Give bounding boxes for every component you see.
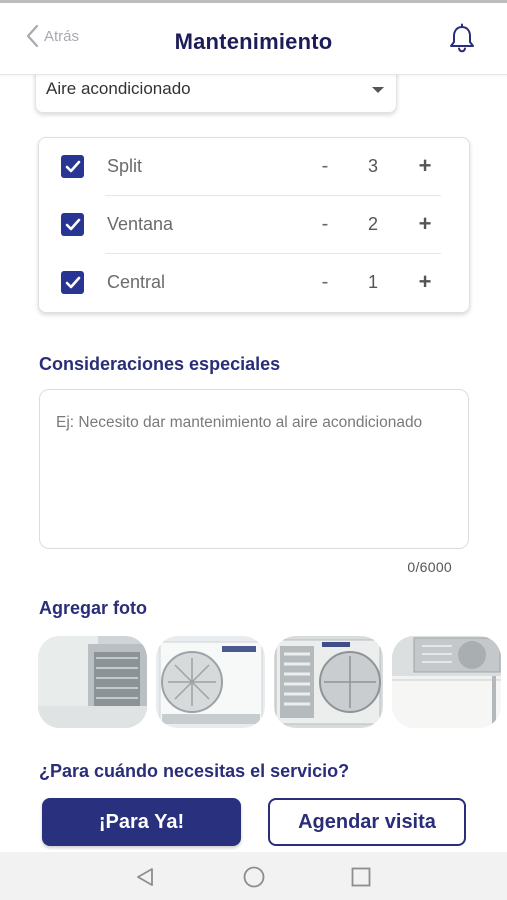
decrease-split-button[interactable]: - bbox=[315, 152, 335, 180]
checkmark-icon bbox=[65, 276, 80, 288]
photo-thumbnail[interactable] bbox=[156, 636, 265, 728]
unit-label: Central bbox=[107, 272, 166, 292]
photo-gallery bbox=[38, 636, 507, 728]
notifications-button[interactable] bbox=[446, 23, 478, 60]
ventana-checkbox[interactable] bbox=[61, 213, 84, 236]
request-now-button[interactable]: ¡Para Ya! bbox=[42, 798, 241, 846]
ac-unit-photo bbox=[38, 636, 147, 728]
considerations-title: Consideraciones especiales bbox=[39, 354, 281, 374]
caret-down-icon bbox=[372, 87, 384, 93]
unit-row-central: Central - 1 + bbox=[39, 254, 469, 312]
home-nav-icon bbox=[243, 866, 265, 888]
ac-unit-photo bbox=[156, 636, 265, 728]
considerations-placeholder: Ej: Necesito dar mantenimiento al aire a… bbox=[56, 414, 423, 431]
character-counter: 0/6000 bbox=[407, 559, 452, 575]
unit-label: Ventana bbox=[107, 214, 174, 234]
central-checkbox[interactable] bbox=[61, 271, 84, 294]
system-back-button[interactable] bbox=[134, 866, 156, 893]
increase-split-button[interactable]: + bbox=[413, 152, 437, 180]
unit-type-list: Split - 3 + Ventana - 2 + Central - 1 + bbox=[38, 137, 470, 313]
back-nav-icon bbox=[137, 868, 153, 886]
add-photo-title: Agregar foto bbox=[39, 598, 147, 618]
decrease-ventana-button[interactable]: - bbox=[315, 210, 335, 238]
system-home-button[interactable] bbox=[242, 866, 266, 893]
split-quantity: 3 bbox=[367, 156, 378, 176]
ac-unit-photo bbox=[392, 636, 501, 728]
unit-row-split: Split - 3 + bbox=[39, 138, 469, 196]
photo-thumbnail[interactable] bbox=[392, 636, 501, 728]
unit-label: Split bbox=[107, 156, 143, 176]
app-header: Atrás Mantenimiento bbox=[0, 3, 507, 75]
increase-central-button[interactable]: + bbox=[413, 268, 437, 296]
schedule-question: ¿Para cuándo necesitas el servicio? bbox=[39, 761, 350, 781]
recents-nav-icon bbox=[351, 867, 371, 887]
ac-unit-photo bbox=[274, 636, 383, 728]
photo-thumbnail[interactable] bbox=[274, 636, 383, 728]
split-checkbox[interactable] bbox=[61, 155, 84, 178]
unit-row-ventana: Ventana - 2 + bbox=[39, 196, 469, 254]
system-recents-button[interactable] bbox=[350, 866, 372, 893]
page-title: Mantenimiento bbox=[174, 29, 333, 54]
schedule-visit-button[interactable]: Agendar visita bbox=[268, 798, 466, 846]
considerations-textarea[interactable]: Ej: Necesito dar mantenimiento al aire a… bbox=[39, 389, 469, 549]
ventana-quantity: 2 bbox=[367, 214, 378, 234]
checkmark-icon bbox=[65, 218, 80, 230]
checkmark-icon bbox=[65, 160, 80, 172]
bell-icon bbox=[450, 23, 474, 53]
decrease-central-button[interactable]: - bbox=[315, 268, 335, 296]
service-type-value: Aire acondicionado bbox=[46, 79, 191, 98]
photo-thumbnail[interactable] bbox=[38, 636, 147, 728]
central-quantity: 1 bbox=[367, 272, 378, 292]
increase-ventana-button[interactable]: + bbox=[413, 210, 437, 238]
system-navigation-bar bbox=[0, 852, 507, 900]
